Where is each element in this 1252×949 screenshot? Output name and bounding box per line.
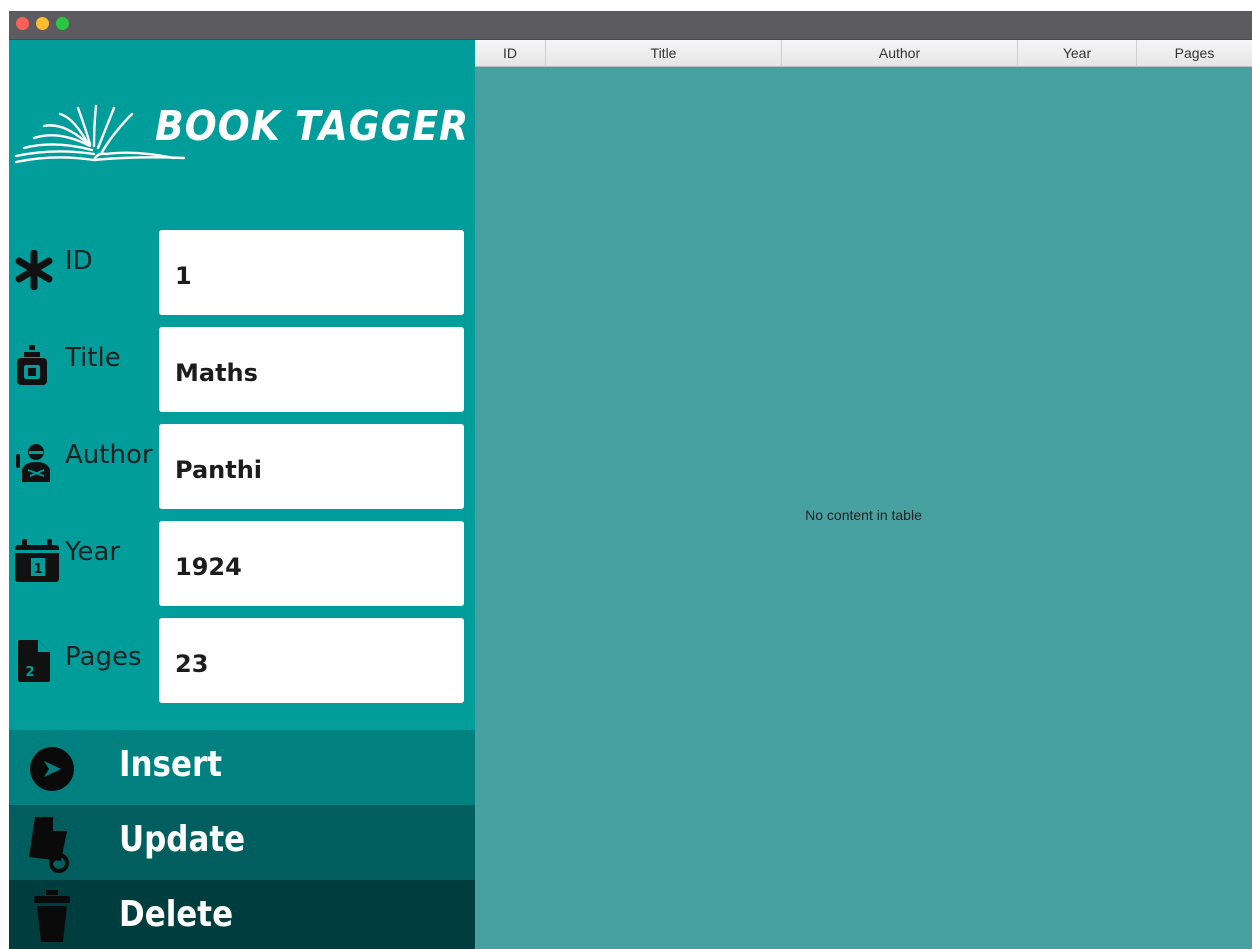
delete-button[interactable]: Delete [9, 880, 475, 949]
column-header-id[interactable]: ID [475, 40, 546, 67]
zoom-window-button[interactable] [56, 17, 69, 30]
svg-text:2: 2 [25, 665, 34, 680]
svg-text:1: 1 [33, 562, 42, 577]
pages-input[interactable] [159, 618, 464, 703]
insert-button[interactable]: Insert [9, 730, 475, 805]
id-label: ID [65, 246, 93, 276]
empty-table-message: No content in table [805, 507, 922, 523]
sidebar: BOOK TAGGER ID Title [9, 40, 475, 949]
update-label: Update [119, 819, 246, 860]
document-refresh-icon [29, 817, 69, 873]
minimize-window-button[interactable] [36, 17, 49, 30]
insert-label: Insert [119, 744, 223, 785]
title-bar [9, 11, 1252, 40]
year-input[interactable] [159, 521, 464, 606]
column-header-pages[interactable]: Pages [1137, 40, 1252, 67]
field-row-title: Title [9, 327, 475, 413]
column-header-year[interactable]: Year [1018, 40, 1137, 67]
close-window-button[interactable] [16, 17, 29, 30]
title-input[interactable] [159, 327, 464, 412]
field-row-pages: 2 Pages [9, 618, 475, 704]
calendar-icon: 1 [15, 539, 59, 582]
person-icon [16, 444, 50, 482]
author-input[interactable] [159, 424, 464, 509]
pages-label: Pages [65, 642, 142, 672]
play-circle-icon [30, 747, 74, 791]
trash-icon [34, 890, 70, 942]
app-title: BOOK TAGGER [155, 102, 470, 150]
document-icon: 2 [18, 640, 50, 682]
bottle-icon [17, 345, 47, 385]
field-row-author: Author [9, 424, 475, 510]
field-row-id: ID [9, 230, 475, 316]
column-header-author[interactable]: Author [782, 40, 1018, 67]
asterisk-icon [15, 250, 53, 290]
field-row-year: 1 Year [9, 521, 475, 607]
table-header: ID Title Author Year Pages [475, 40, 1252, 67]
author-label: Author [65, 440, 153, 470]
year-label: Year [65, 537, 121, 567]
book-table[interactable]: ID Title Author Year Pages No content in… [475, 40, 1252, 949]
id-input[interactable] [159, 230, 464, 315]
column-header-title[interactable]: Title [546, 40, 782, 67]
delete-label: Delete [119, 894, 234, 935]
update-button[interactable]: Update [9, 805, 475, 880]
title-label: Title [65, 343, 121, 373]
app-window: BOOK TAGGER ID Title [9, 11, 1252, 949]
